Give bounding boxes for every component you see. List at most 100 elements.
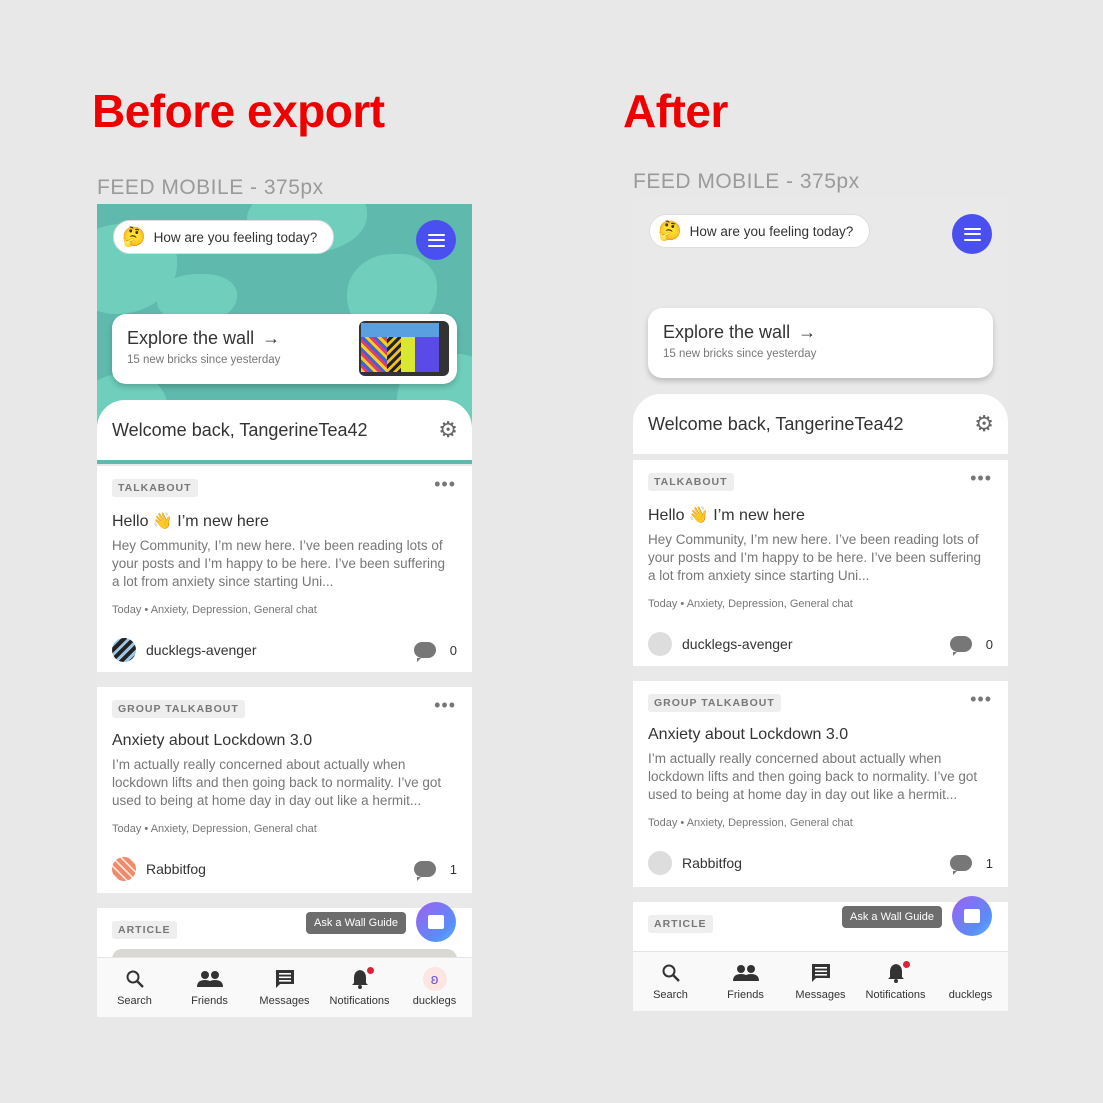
explore-title: Explore the wall — [127, 328, 255, 348]
nav-item-friends[interactable]: Friends — [172, 958, 247, 1017]
ask-wall-guide-button[interactable] — [952, 896, 992, 936]
post-meta: Today • Anxiety, Depression, General cha… — [648, 598, 853, 610]
mood-prompt: How are you feeling today? — [689, 223, 854, 239]
post-title[interactable]: Anxiety about Lockdown 3.0 — [648, 726, 993, 744]
before-export-frame: 🤔 How are you feeling today? Explore the… — [97, 204, 472, 1017]
post-author[interactable]: ducklegs-avenger — [112, 638, 257, 662]
welcome-header: Welcome back, TangerineTea42 ⚙ — [633, 394, 1008, 454]
nav-label: Notifications — [865, 989, 926, 1001]
avatar — [112, 857, 136, 881]
messages-icon — [275, 968, 295, 990]
arrow-right-icon: → — [798, 322, 817, 342]
more-options-icon[interactable]: ••• — [970, 468, 992, 489]
chat-icon — [428, 915, 444, 929]
post-title[interactable]: Hello 👋 I’m new here — [112, 511, 457, 531]
profile-avatar: ʚ — [422, 967, 447, 991]
post-excerpt: Hey Community, I’m new here. I’ve been r… — [112, 538, 445, 589]
post-author[interactable]: ducklegs-avenger — [648, 632, 793, 656]
nav-label: Friends — [727, 989, 764, 1001]
nav-item-friends[interactable]: Friends — [708, 952, 783, 1011]
nav-item-messages[interactable]: Messages — [783, 952, 858, 1011]
more-options-icon[interactable]: ••• — [970, 689, 992, 710]
comment-icon — [949, 855, 972, 875]
more-options-icon[interactable]: ••• — [434, 474, 456, 495]
mood-check-in-button[interactable]: 🤔 How are you feeling today? — [113, 220, 335, 254]
nav-label: Search — [653, 989, 688, 1001]
friends-icon — [732, 962, 759, 984]
gear-icon[interactable]: ⚙ — [974, 411, 994, 437]
comment-count[interactable]: 1 — [949, 855, 993, 875]
frame-label: FEED MOBILE - 375px — [633, 170, 860, 193]
post-category-tag: GROUP TALKABOUT — [112, 700, 245, 718]
after-export-frame: 🤔 How are you feeling today? Explore the… — [633, 198, 1008, 1011]
hamburger-icon — [963, 227, 981, 230]
nav-item-search[interactable]: Search — [633, 952, 708, 1011]
nav-item-notifications[interactable]: Notifications — [322, 958, 397, 1017]
bottom-navigation: Search Friends Messages — [97, 957, 472, 1017]
comment-count[interactable]: 0 — [413, 642, 457, 662]
thinking-emoji-icon: 🤔 — [658, 220, 682, 242]
post-excerpt: Hey Community, I’m new here. I’ve been r… — [648, 532, 981, 583]
wall-thumbnail — [359, 321, 449, 376]
thinking-emoji-icon: 🤔 — [122, 226, 146, 248]
explore-wall-card[interactable]: Explore the wall → 15 new bricks since y… — [112, 314, 457, 384]
nav-label: Messages — [259, 995, 310, 1007]
notification-badge — [366, 967, 374, 974]
post-title[interactable]: Hello 👋 I’m new here — [648, 505, 993, 525]
search-icon — [125, 968, 145, 990]
nav-item-search[interactable]: Search — [97, 958, 172, 1017]
author-name: ducklegs-avenger — [146, 642, 257, 658]
nav-item-notifications[interactable]: Notifications — [858, 952, 933, 1011]
explore-title: Explore the wall — [663, 322, 791, 342]
gear-icon[interactable]: ⚙ — [438, 417, 458, 443]
nav-item-messages[interactable]: Messages — [247, 958, 322, 1017]
comment-icon — [949, 636, 972, 656]
bottom-navigation: Search Friends Messages — [633, 951, 1008, 1011]
chat-icon — [964, 909, 980, 923]
explore-wall-card[interactable]: Explore the wall → 15 new bricks since y… — [648, 308, 993, 378]
nav-item-profile[interactable]: ducklegs — [933, 952, 1008, 1011]
comment-count[interactable]: 1 — [413, 861, 457, 881]
mood-prompt: How are you feeling today? — [153, 229, 318, 245]
nav-label: Notifications — [329, 995, 390, 1007]
post-excerpt: I’m actually really concerned about actu… — [112, 757, 442, 808]
avatar — [648, 851, 672, 875]
post-excerpt: I’m actually really concerned about actu… — [648, 751, 978, 802]
mood-check-in-button[interactable]: 🤔 How are you feeling today? — [649, 214, 871, 248]
comment-icon — [413, 861, 436, 881]
menu-button[interactable] — [416, 220, 456, 260]
post-category-tag: TALKABOUT — [112, 479, 198, 497]
post-author[interactable]: Rabbitfog — [648, 851, 742, 875]
nav-item-profile[interactable]: ʚ ducklegs — [397, 958, 472, 1017]
post-card[interactable]: GROUP TALKABOUT ••• Anxiety about Lockdo… — [633, 681, 1008, 887]
bell-icon — [887, 961, 910, 984]
more-options-icon[interactable]: ••• — [434, 695, 456, 716]
wall-guide-tooltip: Ask a Wall Guide — [842, 906, 942, 928]
post-author[interactable]: Rabbitfog — [112, 857, 206, 881]
arrow-right-icon: → — [262, 328, 281, 348]
post-meta: Today • Anxiety, Depression, General cha… — [648, 817, 853, 829]
notification-badge — [902, 961, 910, 968]
friends-icon — [196, 968, 223, 990]
explore-subtitle: 15 new bricks since yesterday — [663, 348, 817, 360]
author-name: ducklegs-avenger — [682, 636, 793, 652]
nav-label: Search — [117, 995, 152, 1007]
post-meta: Today • Anxiety, Depression, General cha… — [112, 604, 317, 616]
avatar — [112, 638, 136, 662]
comment-count[interactable]: 0 — [949, 636, 993, 656]
frame-label: FEED MOBILE - 375px — [97, 176, 324, 199]
welcome-text: Welcome back, TangerineTea42 — [112, 419, 368, 440]
post-card[interactable]: TALKABOUT ••• Hello 👋 I’m new here Hey C… — [97, 466, 472, 672]
post-card[interactable]: TALKABOUT ••• Hello 👋 I’m new here Hey C… — [633, 460, 1008, 666]
post-category-tag: ARTICLE — [648, 915, 713, 933]
nav-label: ducklegs — [412, 995, 457, 1007]
author-name: Rabbitfog — [682, 855, 742, 871]
post-title[interactable]: Anxiety about Lockdown 3.0 — [112, 732, 457, 750]
author-name: Rabbitfog — [146, 861, 206, 877]
post-category-tag: ARTICLE — [112, 921, 177, 939]
post-card[interactable]: GROUP TALKABOUT ••• Anxiety about Lockdo… — [97, 687, 472, 893]
ask-wall-guide-button[interactable] — [416, 902, 456, 942]
before-heading: Before export — [92, 85, 385, 137]
menu-button[interactable] — [952, 214, 992, 254]
welcome-header: Welcome back, TangerineTea42 ⚙ — [97, 400, 472, 460]
